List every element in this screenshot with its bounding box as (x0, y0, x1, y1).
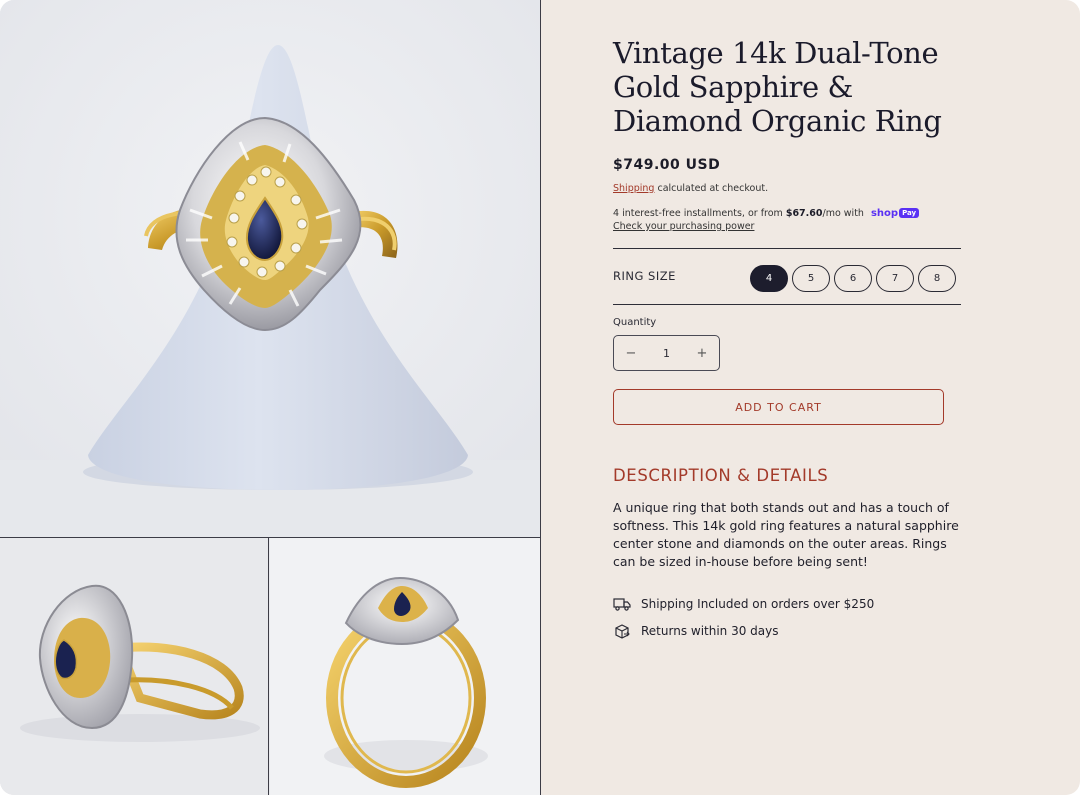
shoppay-pay-badge: Pay (899, 208, 920, 218)
ring-size-option[interactable]: 4 (750, 265, 788, 292)
quantity-increase-button[interactable]: + (695, 346, 709, 361)
perk-returns-text: Returns within 30 days (641, 624, 779, 638)
ring-size-option[interactable]: 5 (792, 265, 830, 292)
ring-size-label: RING SIZE (613, 269, 676, 283)
perk-shipping: Shipping Included on orders over $250 (613, 597, 874, 611)
quantity-label: Quantity (613, 317, 657, 328)
gallery-divider (0, 537, 540, 538)
ring-size-option[interactable]: 8 (918, 265, 956, 292)
separator (613, 248, 961, 249)
description-body: A unique ring that both stands out and h… (613, 500, 959, 569)
shipping-note: Shipping calculated at checkout. (613, 183, 963, 194)
product-title: Vintage 14k Dual-Tone Gold Sapphire & Di… (613, 36, 942, 138)
shipping-link[interactable]: Shipping (613, 183, 654, 194)
perk-shipping-text: Shipping Included on orders over $250 (641, 597, 875, 611)
main-product-photo[interactable] (0, 0, 540, 537)
return-box-icon (615, 624, 630, 639)
ring-size-option[interactable]: 7 (876, 265, 914, 292)
shoppay-brand: shop (870, 208, 899, 219)
product-page: Vintage 14k Dual-Tone Gold Sapphire & Di… (0, 0, 1080, 795)
installments-note: 4 interest-free installments, or from $6… (613, 208, 963, 219)
shipping-note-text: calculated at checkout. (654, 183, 769, 194)
shoppay-logo[interactable]: shop Pay (870, 208, 920, 219)
separator (613, 304, 961, 305)
add-to-cart-button[interactable]: ADD TO CART (613, 389, 944, 425)
truck-icon (613, 598, 631, 611)
quantity-stepper: − 1 + (613, 335, 720, 371)
panel-divider (540, 0, 541, 795)
product-gallery (0, 0, 541, 795)
quantity-input[interactable]: 1 (663, 347, 670, 360)
perk-returns: Returns within 30 days (613, 623, 779, 639)
top-product-photo[interactable] (270, 538, 540, 795)
ring-size-selector: RING SIZE 4 5 6 7 8 (613, 265, 961, 293)
installments-prefix: 4 interest-free installments, or from (613, 208, 786, 219)
product-price: $749.00 USD (613, 157, 721, 173)
ring-size-options: 4 5 6 7 8 (750, 265, 956, 292)
ring-size-option[interactable]: 6 (834, 265, 872, 292)
installments-suffix: /mo with (822, 208, 864, 219)
product-info: Vintage 14k Dual-Tone Gold Sapphire & Di… (613, 36, 963, 232)
installments-amount: $67.60 (785, 208, 823, 219)
description-heading: DESCRIPTION & DETAILS (613, 466, 829, 485)
purchasing-power-link[interactable]: Check your purchasing power (613, 221, 963, 232)
gallery-divider (268, 538, 269, 795)
side-product-photo[interactable] (0, 538, 268, 795)
quantity-decrease-button[interactable]: − (624, 346, 638, 361)
